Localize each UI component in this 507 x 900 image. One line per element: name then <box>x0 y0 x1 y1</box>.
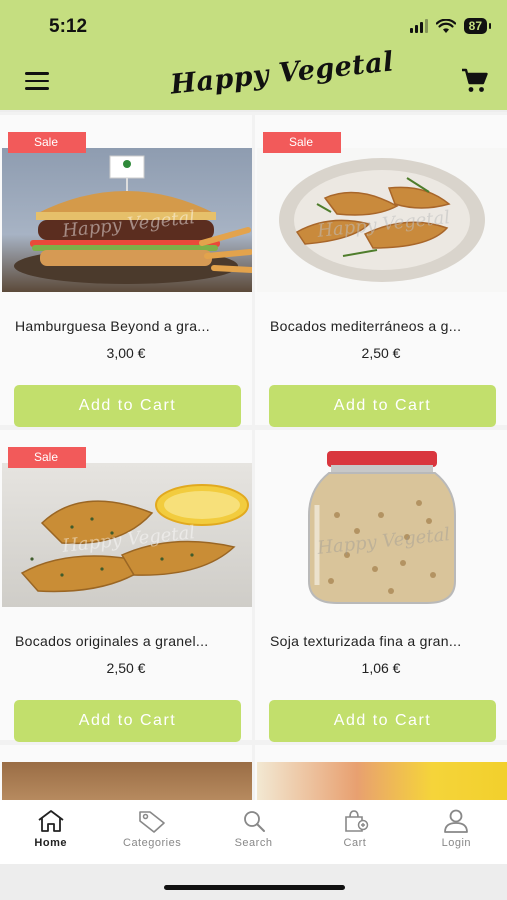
nav-label: Home <box>34 837 67 849</box>
product-image[interactable] <box>257 762 507 800</box>
nav-label: Categories <box>123 837 182 849</box>
product-name[interactable]: Soja texturizada fina a gran... <box>270 633 498 649</box>
product-price: 2,50 € <box>361 345 401 361</box>
add-to-cart-button[interactable]: Add to Cart <box>269 700 496 742</box>
nav-label: Search <box>234 837 273 849</box>
home-icon <box>38 810 64 832</box>
product-name[interactable]: Bocados mediterráneos a g... <box>270 318 498 334</box>
search-icon <box>243 811 265 832</box>
sale-badge: Sale <box>263 132 341 153</box>
cart-icon <box>345 810 369 832</box>
product-image[interactable]: Happy Vegetal <box>257 148 507 292</box>
product-price: 2,50 € <box>106 660 146 676</box>
status-time: 5:12 <box>49 16 88 37</box>
product-card[interactable]: Sale Happy Vegetal Bocados mediterráneos… <box>255 115 507 427</box>
app-header: 5:12 87 Happy Vegetal <box>0 0 507 110</box>
tag-icon <box>139 811 165 833</box>
product-card[interactable]: Sale Happy Vegetal Bocados originales a … <box>0 430 252 742</box>
nav-home[interactable]: Home <box>0 800 101 864</box>
product-card[interactable]: Happy Vegetal Soja texturizada fina a gr… <box>255 430 507 742</box>
add-to-cart-button[interactable]: Add to Cart <box>14 700 241 742</box>
product-image[interactable]: Happy Vegetal <box>2 463 252 607</box>
home-indicator[interactable] <box>164 885 345 890</box>
nav-categories[interactable]: Categories <box>101 800 202 864</box>
product-grid: Sale Happy Vegetal Hamburguesa Beyond a … <box>0 112 507 800</box>
product-card[interactable] <box>0 745 252 800</box>
product-name[interactable]: Hamburguesa Beyond a gra... <box>15 318 243 334</box>
bottom-navigation: Home Categories Search Cart Login <box>0 800 507 864</box>
sale-badge: Sale <box>8 447 86 468</box>
nav-login[interactable]: Login <box>406 800 507 864</box>
logo: Happy Vegetal <box>168 46 396 101</box>
product-card[interactable] <box>255 745 507 800</box>
product-image[interactable] <box>2 762 252 800</box>
nav-search[interactable]: Search <box>203 800 304 864</box>
add-to-cart-button[interactable]: Add to Cart <box>14 385 241 427</box>
user-icon <box>444 809 469 833</box>
product-price: 3,00 € <box>106 345 146 361</box>
nav-cart[interactable]: Cart <box>304 800 405 864</box>
status-icons: 87 <box>409 18 492 34</box>
battery-indicator: 87 <box>463 18 492 34</box>
product-name[interactable]: Bocados originales a granel... <box>15 633 243 649</box>
product-image[interactable]: Happy Vegetal <box>2 148 252 292</box>
product-card[interactable]: Sale Happy Vegetal Hamburguesa Beyond a … <box>0 115 252 427</box>
add-to-cart-button[interactable]: Add to Cart <box>269 385 496 427</box>
nav-label: Cart <box>343 837 367 849</box>
signal-icon <box>409 19 428 33</box>
menu-icon[interactable] <box>25 72 49 90</box>
sale-badge: Sale <box>8 132 86 153</box>
product-price: 1,06 € <box>361 660 401 676</box>
cart-icon[interactable] <box>461 68 489 94</box>
wifi-icon <box>435 18 456 33</box>
product-image[interactable]: Happy Vegetal <box>257 445 507 607</box>
nav-label: Login <box>441 837 472 849</box>
